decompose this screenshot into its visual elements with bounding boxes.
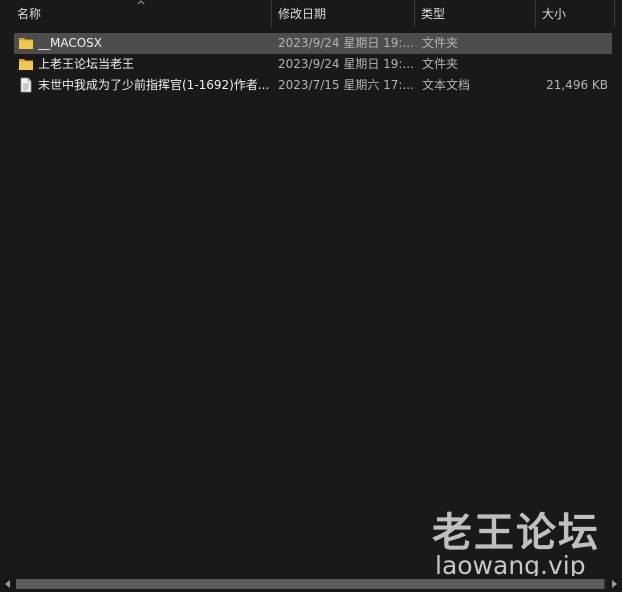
folder-icon	[19, 38, 33, 49]
column-divider[interactable]	[614, 0, 615, 28]
file-name: 末世中我成为了少前指挥官(1-1692)作者...	[38, 78, 270, 92]
text-file-icon	[20, 77, 32, 93]
file-row-macosx[interactable]: __MACOSX 2023/9/24 星期日 19:... 文件夹	[14, 33, 612, 54]
file-row-text-document[interactable]: 末世中我成为了少前指挥官(1-1692)作者... 2023/7/15 星期六 …	[14, 75, 612, 96]
file-date: 2023/9/24 星期日 19:...	[278, 57, 414, 71]
column-header-name[interactable]: 名称	[11, 0, 271, 28]
file-size	[534, 54, 608, 75]
file-type: 文件夹	[422, 36, 459, 50]
column-header-type[interactable]: 类型	[415, 0, 535, 28]
file-type: 文件夹	[422, 57, 459, 71]
scrollbar-thumb[interactable]	[16, 579, 604, 589]
file-row-folder[interactable]: 上老王论坛当老王 2023/9/24 星期日 19:... 文件夹	[14, 54, 612, 75]
file-name: __MACOSX	[38, 36, 103, 50]
watermark-title: 老王论坛	[432, 510, 600, 556]
scroll-left-icon[interactable]	[3, 579, 13, 589]
folder-icon	[19, 59, 33, 70]
column-header-size[interactable]: 大小	[536, 0, 614, 28]
file-explorer-window: 名称 修改日期 类型 大小 __MACOSX 2023/9/24 星期日 19:…	[0, 0, 622, 592]
horizontal-scrollbar[interactable]	[0, 576, 622, 592]
file-name: 上老王论坛当老王	[38, 57, 135, 71]
column-header: 名称 修改日期 类型 大小	[0, 0, 622, 28]
file-type: 文本文档	[422, 78, 471, 92]
scroll-right-icon[interactable]	[609, 579, 619, 589]
file-size: 21,496 KB	[546, 78, 608, 92]
column-header-date[interactable]: 修改日期	[272, 0, 414, 28]
file-date: 2023/7/15 星期六 17:...	[278, 78, 414, 92]
file-size	[534, 33, 608, 54]
file-date: 2023/9/24 星期日 19:...	[278, 36, 414, 50]
